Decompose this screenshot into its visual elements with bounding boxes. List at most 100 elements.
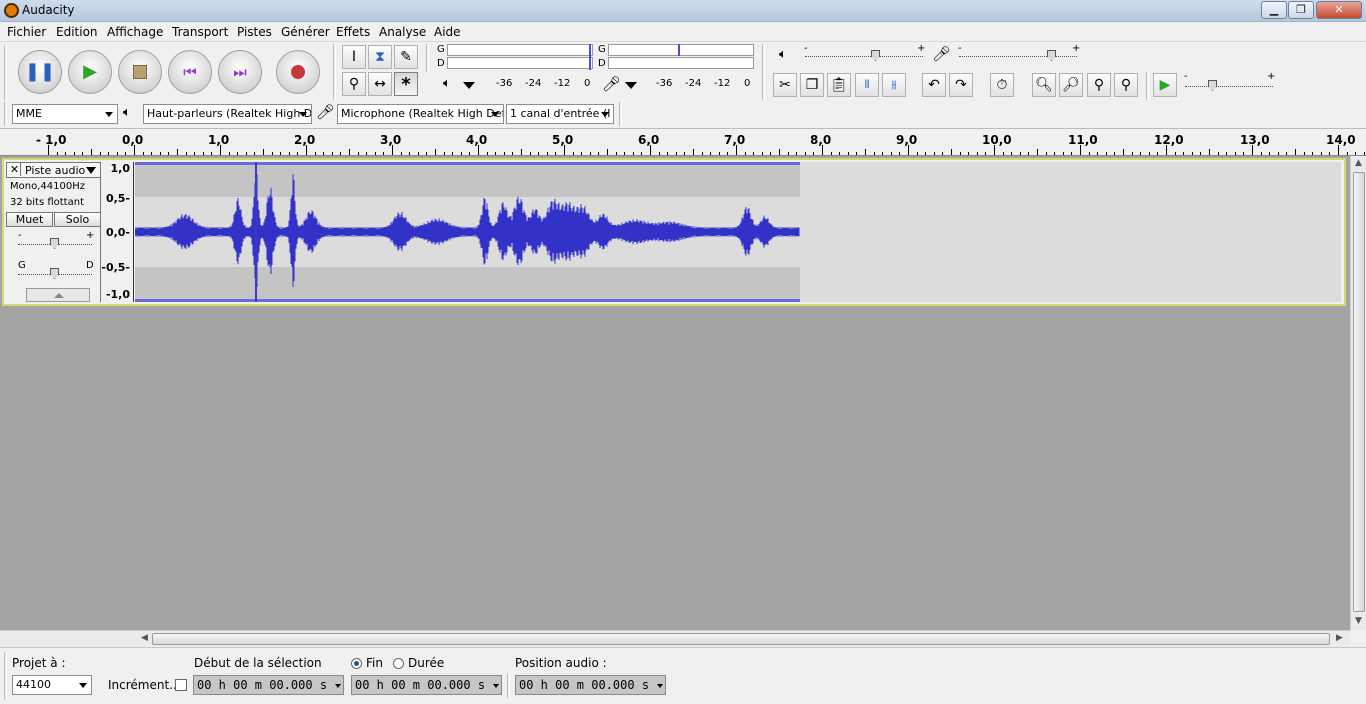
cut-button[interactable]: ✂ <box>773 73 797 97</box>
menu-pistes[interactable]: Pistes <box>237 25 272 39</box>
close-button[interactable]: ✕ <box>1316 1 1362 19</box>
time-shift-tool-button[interactable]: ↔ <box>368 72 392 96</box>
toolbar-grip[interactable] <box>333 44 336 100</box>
draw-tool-button[interactable]: ✎ <box>394 45 418 69</box>
input-volume-thumb[interactable] <box>1047 50 1056 61</box>
vertical-scroll-thumb[interactable] <box>1353 172 1365 612</box>
audio-track[interactable]: ✕ Piste audio Mono,44100Hz 32 bits flott… <box>2 158 1346 306</box>
solo-button[interactable]: Solo <box>54 212 101 227</box>
paste-icon: 📋︎ <box>830 77 848 93</box>
ruler-major-tick <box>822 145 823 155</box>
skip-to-end-button[interactable]: ⏭ <box>218 50 262 94</box>
zoom-in-button[interactable]: 🔍︎ <box>1032 73 1056 97</box>
menu-aide[interactable]: Aide <box>434 25 461 39</box>
ruler-minor-tick <box>761 152 763 155</box>
menu-edition[interactable]: Edition <box>56 25 98 39</box>
record-button[interactable] <box>276 50 320 94</box>
gain-thumb[interactable] <box>50 238 59 249</box>
pause-button[interactable]: ❚❚ <box>18 50 62 94</box>
toolbar-grip[interactable] <box>4 46 7 100</box>
maximize-button[interactable]: ❐ <box>1288 1 1314 19</box>
menu-effets[interactable]: Effets <box>336 25 370 39</box>
menu-fichier[interactable]: Fichier <box>7 25 46 39</box>
recording-meter-dropdown[interactable] <box>625 82 637 89</box>
scroll-down-icon[interactable]: ▼ <box>1355 616 1362 626</box>
output-volume-slider[interactable] <box>805 56 923 57</box>
waveform-clip[interactable] <box>135 162 800 302</box>
audio-host-select[interactable]: MME <box>12 104 118 124</box>
copy-button[interactable]: ❐ <box>800 73 824 97</box>
collapse-track-button[interactable] <box>26 288 90 302</box>
play-at-speed-button[interactable]: ▶ <box>1153 73 1177 97</box>
horizontal-scroll-thumb[interactable] <box>152 633 1330 645</box>
toolbar-grip[interactable] <box>4 102 7 126</box>
input-device-select[interactable]: Microphone (Realtek High Defi <box>337 104 504 124</box>
scroll-left-icon[interactable]: ◀ <box>141 633 148 643</box>
toolbar-grip[interactable] <box>4 652 7 700</box>
output-volume-thumb[interactable] <box>871 50 880 61</box>
ruler-minor-tick <box>1045 152 1047 155</box>
selection-end-time[interactable]: 00 h 00 m 00.000 s <box>351 675 502 695</box>
end-radio[interactable] <box>351 658 362 669</box>
project-rate-select[interactable]: 44100 <box>12 675 92 695</box>
toolbar-grip[interactable] <box>762 44 765 100</box>
sync-lock-button[interactable]: ⏱ <box>990 73 1014 97</box>
menu-transport[interactable]: Transport <box>172 25 228 39</box>
fit-project-button[interactable]: ⚲ <box>1114 73 1138 97</box>
track-name-menu[interactable]: ✕ Piste audio <box>6 162 101 178</box>
timeline-ruler[interactable]: - 1,0 0,0 1,0 2,0 3,0 4,0 5,0 6,0 7,0 8,0 9,0 10,0 1… <box>0 128 1366 156</box>
scroll-up-icon[interactable]: ▲ <box>1355 158 1362 168</box>
play-speed-thumb[interactable] <box>1208 80 1217 91</box>
mute-button[interactable]: Muet <box>6 212 53 227</box>
paste-button[interactable]: 📋︎ <box>827 73 851 97</box>
snap-to-checkbox[interactable] <box>175 679 187 691</box>
track-panel[interactable]: ✕ Piste audio Mono,44100Hz 32 bits flott… <box>0 156 1350 630</box>
stop-button[interactable] <box>118 50 162 94</box>
output-device-select[interactable]: Haut-parleurs (Realtek High De <box>143 104 312 124</box>
ruler-minor-tick <box>357 152 359 155</box>
horizontal-scrollbar[interactable]: ◀ ▶ <box>0 630 1350 647</box>
rec-meter-scale-36: -36 <box>656 78 673 89</box>
play-speed-slider[interactable] <box>1185 86 1273 87</box>
ruler-minor-tick <box>426 152 428 155</box>
ruler-minor-tick <box>598 152 600 155</box>
redo-button[interactable]: ↷ <box>949 73 973 97</box>
toolbar-grip[interactable] <box>1146 72 1149 100</box>
zoom-out-button[interactable]: 🔎︎ <box>1059 73 1083 97</box>
close-track-icon[interactable]: ✕ <box>9 163 21 176</box>
length-radio[interactable] <box>393 658 404 669</box>
vertical-scale[interactable]: 1,0 0,5- 0,0- -0,5- -1,0 <box>101 162 134 302</box>
ruler-minor-tick <box>718 152 720 155</box>
snap-label: Incrément... <box>108 678 181 692</box>
menu-analyse[interactable]: Analyse <box>379 25 426 39</box>
track-bit-depth: 32 bits flottant <box>10 197 84 208</box>
multi-tool-button[interactable]: * <box>394 72 418 96</box>
vertical-scrollbar[interactable]: ▲ ▼ <box>1350 156 1366 630</box>
scroll-right-icon[interactable]: ▶ <box>1336 633 1343 643</box>
toolbar-grip[interactable] <box>426 44 429 72</box>
audio-position-time[interactable]: 00 h 00 m 00.000 s <box>515 675 666 695</box>
skip-to-start-button[interactable]: ⏮ <box>168 50 212 94</box>
ruler-minor-tick <box>684 152 686 155</box>
playback-meter-dropdown[interactable] <box>463 82 475 89</box>
envelope-tool-button[interactable]: ⧗ <box>368 45 392 69</box>
menu-generer[interactable]: Générer <box>281 25 330 39</box>
menu-affichage[interactable]: Affichage <box>107 25 163 39</box>
trim-button[interactable]: ⫴ <box>855 73 879 97</box>
ruler-minor-tick <box>1097 152 1099 155</box>
selection-tool-button[interactable]: I <box>342 45 366 69</box>
pan-thumb[interactable] <box>50 268 59 279</box>
undo-button[interactable]: ↶ <box>922 73 946 97</box>
rec-meter-left-label: G <box>598 44 606 55</box>
input-volume-slider[interactable] <box>959 56 1077 57</box>
audio-position-label: Position audio : <box>515 656 607 670</box>
fit-selection-button[interactable]: ⚲ <box>1087 73 1111 97</box>
input-channels-select[interactable]: 1 canal d'entrée (I <box>506 104 614 124</box>
selection-start-time[interactable]: 00 h 00 m 00.000 s <box>193 675 344 695</box>
ruler-minor-tick <box>976 152 978 155</box>
ruler-minor-tick <box>1312 152 1314 155</box>
zoom-tool-button[interactable]: ⚲ <box>342 72 366 96</box>
silence-button[interactable]: ⫵ <box>882 73 906 97</box>
minimize-button[interactable]: ▁ <box>1261 1 1287 19</box>
play-button[interactable]: ▶ <box>68 50 112 94</box>
